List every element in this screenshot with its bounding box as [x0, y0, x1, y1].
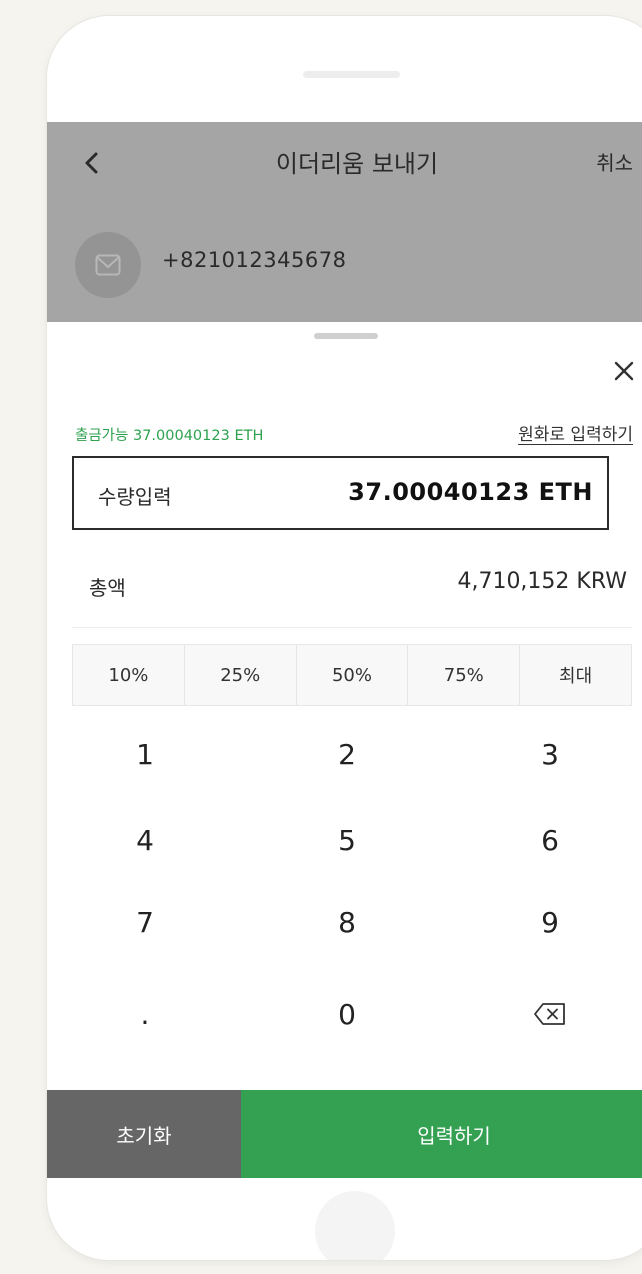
close-icon[interactable] [613, 360, 635, 382]
sheet-grabber[interactable] [314, 333, 378, 339]
recipient-row: +821012345678 [75, 222, 635, 298]
key-9[interactable]: 9 [490, 892, 610, 952]
krw-input-link[interactable]: 원화로 입력하기 [518, 420, 633, 445]
percent-50-button[interactable]: 50% [297, 645, 409, 705]
action-footer: 초기화 입력하기 [47, 1090, 642, 1178]
recipient-phone: +821012345678 [162, 248, 347, 272]
page-title: 이더리움 보내기 [275, 150, 439, 178]
amount-value: 37.00040123 ETH [348, 478, 593, 506]
submit-button[interactable]: 입력하기 [241, 1090, 642, 1178]
key-8[interactable]: 8 [287, 892, 407, 952]
key-3[interactable]: 3 [490, 724, 610, 784]
key-0[interactable]: 0 [287, 984, 407, 1044]
percent-max-button[interactable]: 최대 [520, 645, 631, 705]
phone-frame: 이더리움 보내기 취소 +821012345678 출금가능 37.000401… [47, 16, 642, 1260]
amount-sheet: 출금가능 37.00040123 ETH 원화로 입력하기 수량입력 37.00… [47, 322, 642, 1178]
key-4[interactable]: 4 [85, 810, 205, 870]
backspace-icon [534, 1003, 565, 1025]
percent-25-button[interactable]: 25% [185, 645, 297, 705]
reset-button[interactable]: 초기화 [47, 1090, 241, 1178]
avatar [75, 232, 141, 298]
nav-bar: 이더리움 보내기 취소 [47, 122, 642, 206]
mail-icon [95, 254, 121, 276]
percent-75-button[interactable]: 75% [408, 645, 521, 705]
divider [72, 627, 632, 628]
key-7[interactable]: 7 [85, 892, 205, 952]
key-dot[interactable]: . [85, 984, 205, 1044]
key-2[interactable]: 2 [287, 724, 407, 784]
total-label: 총액 [89, 576, 126, 600]
backspace-button[interactable] [490, 984, 610, 1044]
key-5[interactable]: 5 [287, 810, 407, 870]
key-6[interactable]: 6 [490, 810, 610, 870]
percent-selector: 10% 25% 50% 75% 최대 [72, 644, 632, 706]
total-value: 4,710,152 KRW [457, 569, 627, 594]
available-balance: 출금가능 37.00040123 ETH [75, 428, 264, 444]
app-screen: 이더리움 보내기 취소 +821012345678 출금가능 37.000401… [47, 122, 642, 1178]
percent-10-button[interactable]: 10% [73, 645, 185, 705]
phone-speaker [303, 71, 400, 78]
key-1[interactable]: 1 [85, 724, 205, 784]
cancel-button[interactable]: 취소 [596, 147, 633, 176]
amount-input-field[interactable]: 수량입력 37.00040123 ETH [72, 456, 609, 530]
amount-label: 수량입력 [98, 485, 172, 509]
home-button[interactable] [315, 1191, 395, 1260]
